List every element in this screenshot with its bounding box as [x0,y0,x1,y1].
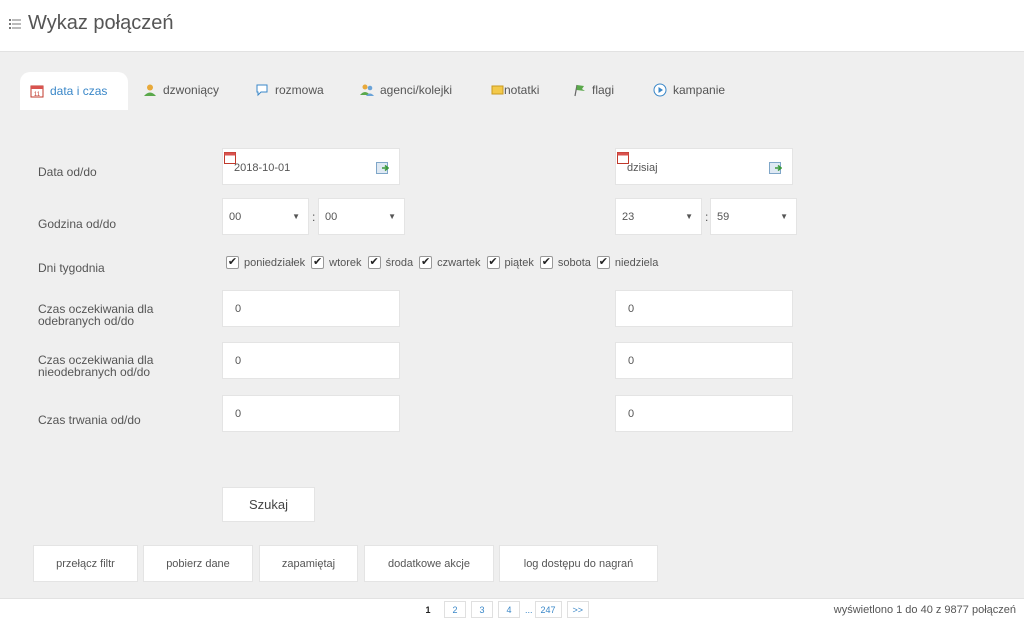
date-picker-icon[interactable] [769,162,782,175]
page-link[interactable]: 4 [498,601,520,618]
label-line: nieodebranych od/do [38,365,151,379]
tab-date-time[interactable]: 11 data i czas [20,72,128,110]
tab-agents-queues[interactable]: agenci/kolejki [350,72,462,108]
hour-label: Godzina od/do [38,217,117,231]
tab-bar: 11 data i czas dzwoniący rozmowa agenci/… [0,52,1024,110]
time-separator: : [312,210,316,224]
toggle-filter-button[interactable]: przełącz filtr [33,545,138,582]
checkbox[interactable]: ✔ [367,256,381,269]
day-saturday[interactable]: ✔ sobota [539,256,591,269]
tab-notes[interactable]: notatki [480,72,549,108]
svg-text:11: 11 [34,92,41,98]
checkbox[interactable]: ✔ [539,256,553,269]
tab-conversation[interactable]: rozmowa [245,72,334,108]
wait-answered-from-input[interactable]: 0 [222,290,400,327]
days-label: Dni tygodnia [38,261,105,275]
dropdown-arrow-icon: ▼ [292,212,300,221]
wait-unanswered-from-input[interactable]: 0 [222,342,400,379]
date-to-field[interactable]: dzisiaj [615,148,793,185]
pagination-bar: 1 2 3 4 ... 247 >> wyświetlono 1 do 40 z… [0,598,1024,619]
page-link-last[interactable]: 247 [534,601,562,618]
tab-label: agenci/kolejki [380,83,453,97]
day-thursday[interactable]: ✔ czwartek [419,256,481,269]
date-to-value: dzisiaj [627,162,658,174]
tab-label: notatki [504,83,540,97]
recording-access-log-button[interactable]: log dostępu do nagrań [499,545,658,582]
tab-label: flagi [592,83,615,97]
play-circle-icon [653,83,667,97]
tab-label: kampanie [673,83,726,97]
tab-campaigns[interactable]: kampanie [643,72,735,108]
page-link-current[interactable]: 1 [417,601,439,618]
day-friday[interactable]: ✔ piątek [486,256,534,269]
day-wednesday[interactable]: ✔ środa [367,256,414,269]
day-monday[interactable]: ✔ poniedziałek [226,256,305,269]
tab-flags[interactable]: flagi [562,72,624,108]
wait-unanswered-to-input[interactable]: 0 [615,342,793,379]
select-value: 00 [229,211,242,223]
time-separator: : [705,210,709,224]
day-label: poniedziałek [244,256,306,269]
day-label: wtorek [329,256,362,269]
minute-to-select[interactable]: 59 ▼ [710,198,797,235]
duration-from-input[interactable]: 0 [222,395,400,432]
minute-from-select[interactable]: 00 ▼ [318,198,405,235]
day-sunday[interactable]: ✔ niedziela [596,256,659,269]
wait-answered-label: Czas oczekiwania dla odebranych od/do [38,303,153,327]
date-from-field[interactable]: 2018-10-01 [222,148,400,185]
checkbox[interactable]: ✔ [596,256,610,269]
page-header: Wykaz połączeń [0,0,1024,52]
label-line: odebranych od/do [38,314,135,328]
weekday-checkboxes: ✔ poniedziałek ✔ wtorek ✔ środa ✔ czwartek ✔… [226,256,664,269]
duration-label: Czas trwania od/do [38,413,141,427]
next-pages-button[interactable]: >> [566,601,590,618]
search-button[interactable]: Szukaj [222,487,315,522]
select-value: 23 [622,211,635,223]
date-label: Data od/do [38,165,97,179]
day-label: czwartek [437,256,481,269]
page-title: Wykaz połączeń [28,12,174,34]
date-from-value: 2018-10-01 [234,162,291,174]
select-value: 59 [717,211,730,223]
pagination-ellipsis: ... [525,601,533,618]
remember-button[interactable]: zapamiętaj [259,545,358,582]
day-tuesday[interactable]: ✔ wtorek [311,256,362,269]
duration-to-input[interactable]: 0 [615,395,793,432]
dropdown-arrow-icon: ▼ [685,212,693,221]
user-icon [144,84,156,96]
checkbox[interactable]: ✔ [226,256,239,269]
hour-to-select[interactable]: 23 ▼ [615,198,702,235]
dropdown-arrow-icon: ▼ [388,212,396,221]
flag-icon [574,84,585,97]
tab-label: data i czas [50,84,108,98]
tab-label: dzwoniący [163,83,220,97]
wait-unanswered-label: Czas oczekiwania dla nieodebranych od/do [38,354,153,378]
download-data-button[interactable]: pobierz dane [143,545,253,582]
tab-label: rozmowa [275,83,324,97]
more-actions-button[interactable]: dodatkowe akcje [364,545,494,582]
users-icon [360,84,374,96]
list-icon [9,19,21,29]
page-link[interactable]: 3 [471,601,493,618]
results-summary: wyświetlono 1 do 40 z 9877 połączeń [833,604,1016,616]
date-picker-icon[interactable] [376,162,389,175]
wait-answered-to-input[interactable]: 0 [615,290,793,327]
day-label: sobota [557,256,591,269]
dropdown-arrow-icon: ▼ [780,212,788,221]
select-value: 00 [325,211,338,223]
pagination: 1 2 3 4 ... 247 >> [417,601,594,618]
page-link[interactable]: 2 [444,601,466,618]
day-label: niedziela [614,256,659,269]
tab-caller[interactable]: dzwoniący [133,72,229,108]
checkbox[interactable]: ✔ [486,256,500,269]
hour-from-select[interactable]: 00 ▼ [222,198,309,235]
checkbox[interactable]: ✔ [311,256,325,269]
checkbox[interactable]: ✔ [419,256,433,269]
calendar-icon: 11 [30,85,44,98]
day-label: środa [385,256,414,269]
note-icon [491,85,504,95]
day-label: piątek [504,256,534,269]
filter-panel: Data od/do 2018-10-01 dzisiaj Godzina od… [0,110,1024,598]
speech-bubble-icon [256,84,268,97]
